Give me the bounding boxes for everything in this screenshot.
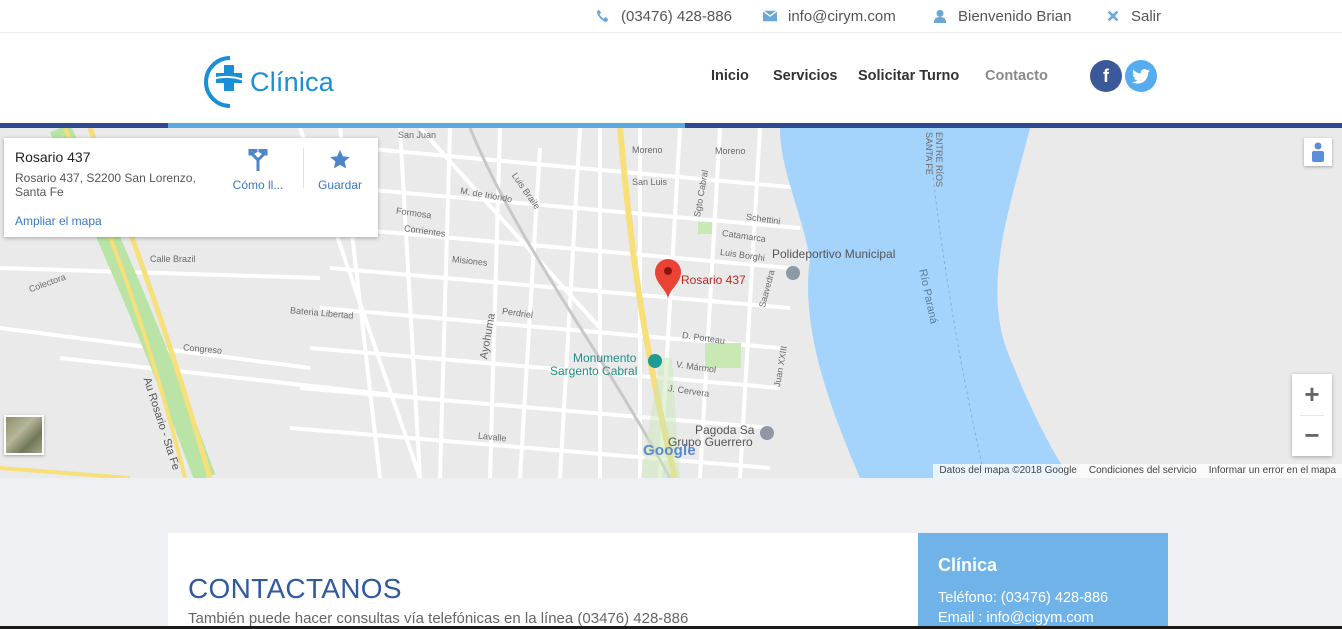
contact-description: También puede hacer consultas vía telefó… xyxy=(188,610,689,627)
place-title: Rosario 437 xyxy=(15,149,91,165)
contact-heading: CONTACTANOS xyxy=(188,573,402,604)
close-icon xyxy=(1107,10,1119,22)
map-attribution: Datos del mapa ©2018 Google Condiciones … xyxy=(933,464,1342,478)
star-icon xyxy=(330,149,350,169)
save-label: Guardar xyxy=(317,178,363,192)
directions-label: Cómo ll... xyxy=(232,178,284,192)
pin-label[interactable]: Rosario 437 xyxy=(681,273,746,287)
street-label: Moreno xyxy=(715,146,746,156)
poi-monumento-line2[interactable]: Sargento Cabral xyxy=(550,365,637,378)
satellite-toggle[interactable] xyxy=(4,415,44,455)
street-label: Calle Brazil xyxy=(150,254,196,264)
envelope-icon xyxy=(763,10,777,22)
medical-cross-logo-icon xyxy=(204,56,245,108)
twitter-icon xyxy=(1132,68,1150,84)
clinic-info-panel: Clínica Teléfono: (03476) 428-886 Email … xyxy=(918,533,1168,629)
poi-marker-monumento[interactable] xyxy=(648,354,662,368)
clinic-email: Email : info@cigym.com xyxy=(938,610,1094,626)
zoom-divider xyxy=(1300,415,1324,416)
report-error-link[interactable]: Informar un error en el mapa xyxy=(1203,464,1342,478)
contact-panel: CONTACTANOS También puede hacer consulta… xyxy=(168,533,918,629)
save-place-button[interactable]: Guardar xyxy=(308,148,372,192)
phone-icon xyxy=(596,9,609,23)
phone-contact[interactable]: (03476) 428-886 xyxy=(596,6,732,26)
facebook-icon: f xyxy=(1103,65,1109,86)
boundary-label: SANTA FE xyxy=(924,132,934,175)
contact-section: CONTACTANOS También puede hacer consulta… xyxy=(0,478,1342,629)
poi-marker-pagoda[interactable] xyxy=(760,426,774,440)
directions-icon xyxy=(248,149,268,171)
place-address: Rosario 437, S2200 San Lorenzo, Santa Fe xyxy=(15,171,196,199)
top-bar: (03476) 428-886 info@cirym.com Bienvenid… xyxy=(0,0,1342,33)
logout-text: Salir xyxy=(1131,7,1162,25)
street-view-pegman[interactable] xyxy=(1304,138,1332,166)
card-divider xyxy=(303,148,304,188)
facebook-button[interactable]: f xyxy=(1090,60,1122,92)
poi-polideportivo[interactable]: Polideportivo Municipal xyxy=(772,248,895,261)
map-data-credit: Datos del mapa ©2018 Google xyxy=(939,465,1077,476)
street-label: Moreno xyxy=(632,145,663,155)
zoom-in-button[interactable]: + xyxy=(1292,374,1332,415)
google-logo: Google xyxy=(643,442,696,459)
terms-link[interactable]: Condiciones del servicio xyxy=(1083,464,1203,478)
street-label: San Luis xyxy=(632,177,668,187)
site-header: Clínica Inicio Servicios Solicitar Turno… xyxy=(0,33,1342,123)
nav-solicitar-turno[interactable]: Solicitar Turno xyxy=(858,68,959,84)
phone-text: (03476) 428-886 xyxy=(621,7,732,25)
place-info-card: Rosario 437 Rosario 437, S2200 San Loren… xyxy=(4,138,378,237)
clinic-info-title: Clínica xyxy=(938,555,998,575)
nav-contacto[interactable]: Contacto xyxy=(985,68,1048,84)
email-text: info@cirym.com xyxy=(788,7,896,25)
email-contact[interactable]: info@cirym.com xyxy=(763,6,896,26)
boundary-label: ENTRE RÍOS xyxy=(934,132,944,188)
zoom-out-button[interactable]: − xyxy=(1292,415,1332,456)
zoom-control: + − xyxy=(1292,374,1332,456)
directions-button[interactable]: Cómo ll... xyxy=(226,148,290,192)
park-area-small xyxy=(698,222,712,234)
pin-center xyxy=(664,267,672,275)
welcome-text: Bienvenido Brian xyxy=(958,7,1072,25)
clinic-phone: Teléfono: (03476) 428-886 xyxy=(938,590,1109,606)
poi-marker-polideportivo[interactable] xyxy=(786,266,800,280)
expand-map-link[interactable]: Ampliar el mapa xyxy=(15,214,102,228)
pegman-icon xyxy=(1312,142,1324,162)
twitter-button[interactable] xyxy=(1125,60,1157,92)
logout-link[interactable]: Salir xyxy=(1106,6,1161,26)
street-label: San Juan xyxy=(398,130,437,140)
nav-inicio[interactable]: Inicio xyxy=(711,68,749,84)
brand-name: Clínica xyxy=(250,66,334,97)
logo[interactable]: Clínica xyxy=(200,53,340,111)
user-icon xyxy=(933,9,947,23)
nav-servicios[interactable]: Servicios xyxy=(773,68,838,84)
google-map[interactable]: San Juan Moreno Moreno San Luis Sgto Cab… xyxy=(0,128,1342,478)
welcome-user[interactable]: Bienvenido Brian xyxy=(933,6,1071,26)
